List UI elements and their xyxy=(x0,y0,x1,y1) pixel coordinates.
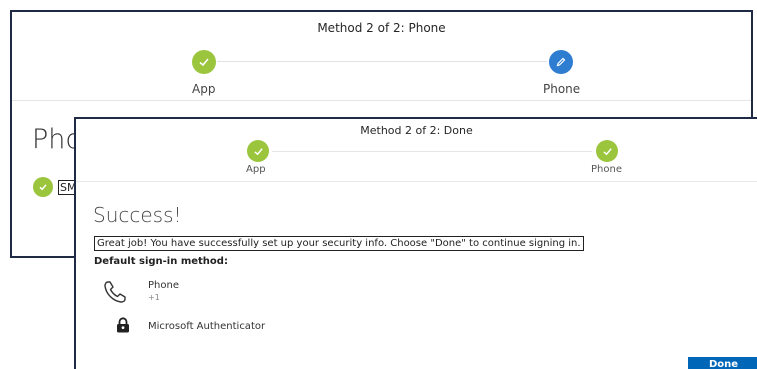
done-button[interactable]: Done xyxy=(688,357,757,369)
progress-line xyxy=(272,151,592,152)
lock-icon xyxy=(117,317,129,333)
step-title: Method 2 of 2: Phone xyxy=(317,21,446,35)
step-title: Method 2 of 2: Done xyxy=(360,124,473,137)
step-app-label: App xyxy=(192,82,216,96)
step-phone-pencil-icon xyxy=(549,50,573,74)
method-phone-name: Phone xyxy=(148,280,179,291)
header-divider xyxy=(76,181,757,182)
method-phone-number: +1 xyxy=(148,293,160,302)
header-divider xyxy=(12,100,751,101)
step-app-label: App xyxy=(246,164,266,175)
phone-icon xyxy=(104,281,126,303)
sms-check-icon xyxy=(33,177,53,197)
step-phone-check-icon xyxy=(596,140,618,162)
success-heading: Success! xyxy=(93,203,182,227)
progress-header: Method 2 of 2: Phone App Phone xyxy=(12,12,751,100)
success-window: Method 2 of 2: Done App Phone Success! G… xyxy=(74,117,757,369)
step-phone-label: Phone xyxy=(543,82,581,96)
success-message: Great job! You have successfully set up … xyxy=(94,236,584,251)
default-method-label: Default sign-in method: xyxy=(94,256,228,267)
step-app-check-icon xyxy=(247,140,269,162)
step-phone-label: Phone xyxy=(591,164,622,175)
method-authenticator-name: Microsoft Authenticator xyxy=(148,321,266,332)
progress-line xyxy=(217,61,547,62)
step-app-check-icon xyxy=(192,50,216,74)
